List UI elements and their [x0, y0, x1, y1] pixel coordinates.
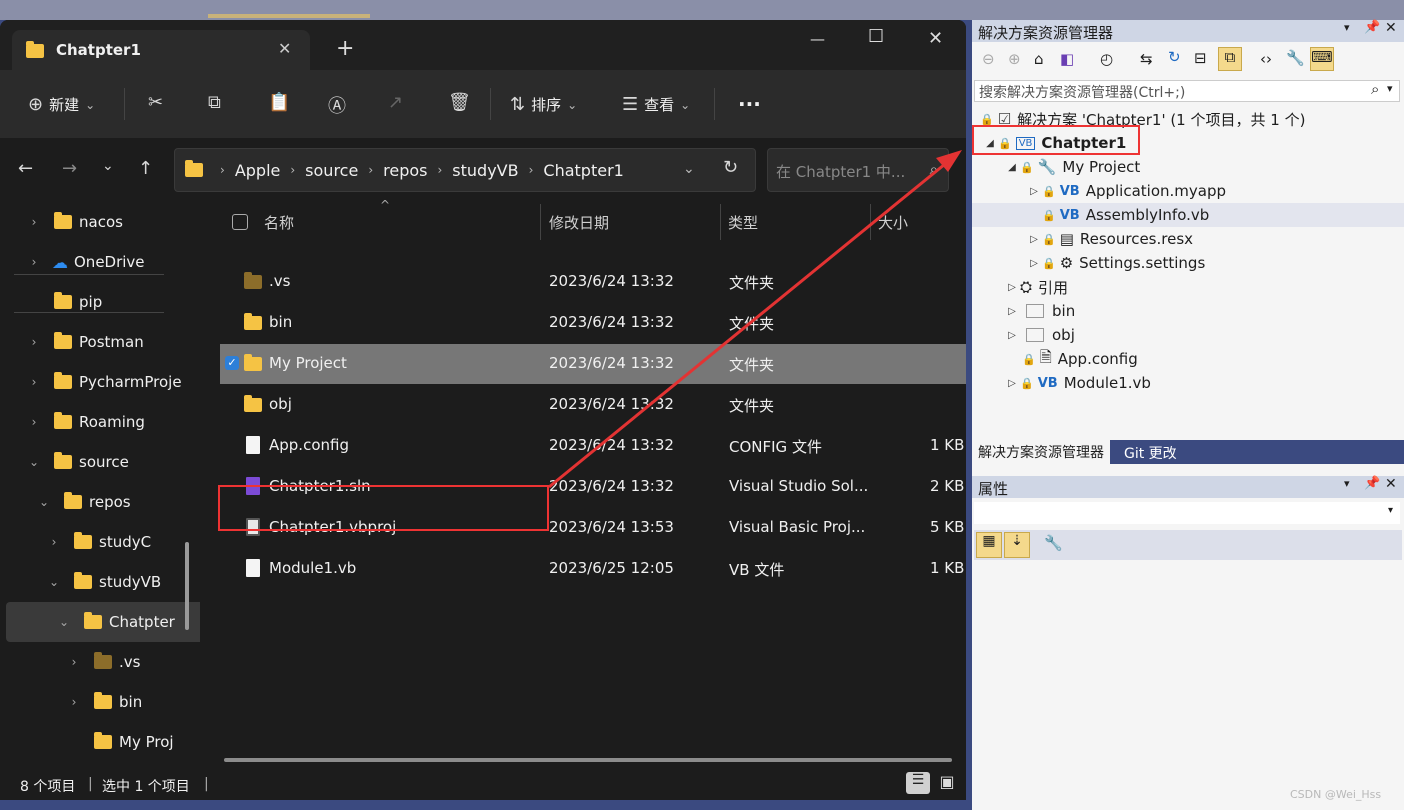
annotation-arrow-line — [548, 158, 951, 489]
annotation-arrow — [548, 150, 962, 489]
